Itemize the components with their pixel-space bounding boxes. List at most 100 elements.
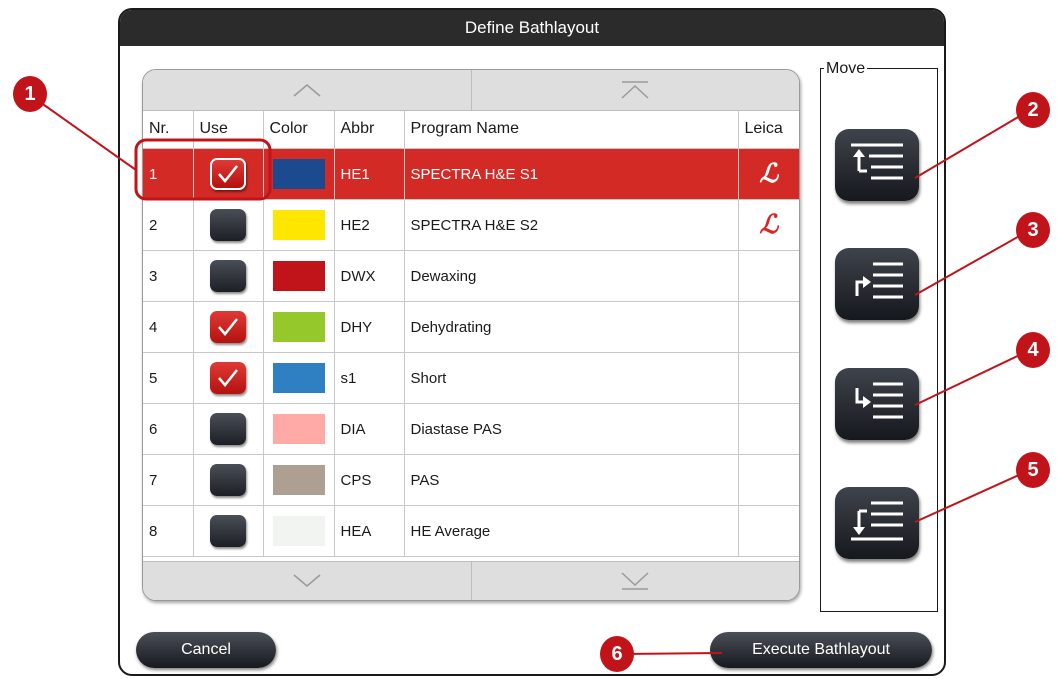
row-nr: 7 xyxy=(143,454,194,506)
use-checkbox[interactable] xyxy=(210,260,246,292)
row-nr: 4 xyxy=(143,301,194,353)
checkmark-icon xyxy=(218,318,238,336)
scroll-to-bottom-icon xyxy=(621,572,649,590)
row-color-cell xyxy=(263,403,335,455)
row-color-cell xyxy=(263,505,335,557)
row-leica-cell xyxy=(738,454,799,506)
row-program-name: HE Average xyxy=(404,505,739,557)
row-abbr: HEA xyxy=(334,505,405,557)
col-header-use: Use xyxy=(193,110,264,149)
execute-bathlayout-button[interactable]: Execute Bathlayout xyxy=(710,632,932,668)
color-swatch xyxy=(272,261,325,291)
col-header-nr: Nr. xyxy=(143,110,194,149)
col-header-abbr: Abbr xyxy=(334,110,405,149)
annotation-marker-4: 4 xyxy=(1016,332,1050,368)
row-use-cell xyxy=(193,148,264,200)
chevron-up-icon xyxy=(293,84,321,97)
scroll-to-top-button[interactable] xyxy=(470,70,800,110)
scroll-to-top-icon xyxy=(621,81,649,99)
scroll-down-button[interactable] xyxy=(143,562,471,600)
row-program-name: Dehydrating xyxy=(404,301,739,353)
checkmark-icon xyxy=(218,369,238,387)
color-swatch xyxy=(272,363,325,393)
use-checkbox[interactable] xyxy=(210,515,246,547)
table-row[interactable]: 4 DHY Dehydrating xyxy=(143,301,799,353)
annotation-marker-1: 1 xyxy=(13,76,47,112)
scroll-up-button[interactable] xyxy=(143,70,471,110)
use-checkbox[interactable] xyxy=(210,413,246,445)
row-nr: 5 xyxy=(143,352,194,404)
color-swatch xyxy=(272,312,325,342)
table-row[interactable]: 2 HE2 SPECTRA H&E S2 ℒ xyxy=(143,199,799,251)
row-nr: 6 xyxy=(143,403,194,455)
row-use-cell xyxy=(193,199,264,251)
scroll-to-bottom-button[interactable] xyxy=(470,562,800,600)
row-nr: 8 xyxy=(143,505,194,557)
annotation-marker-5: 5 xyxy=(1016,452,1050,488)
row-color-cell xyxy=(263,454,335,506)
row-abbr: DIA xyxy=(334,403,405,455)
color-swatch xyxy=(272,414,325,444)
row-abbr: HE1 xyxy=(334,148,405,200)
table-row[interactable]: 8 HEA HE Average xyxy=(143,505,799,557)
table-row[interactable]: 1 HE1 SPECTRA H&E S1 ℒ xyxy=(143,148,799,200)
row-use-cell xyxy=(193,250,264,302)
row-program-name: SPECTRA H&E S1 xyxy=(404,148,739,200)
move-down-icon xyxy=(855,382,903,419)
table-row[interactable]: 3 DWX Dewaxing xyxy=(143,250,799,302)
row-leica-cell xyxy=(738,250,799,302)
move-to-top-icon xyxy=(851,143,903,180)
define-bathlayout-dialog: Define Bathlayout Nr. Use Color Abbr Pro… xyxy=(118,8,946,676)
row-color-cell xyxy=(263,352,335,404)
col-header-color: Color xyxy=(263,110,335,149)
row-nr: 2 xyxy=(143,199,194,251)
row-color-cell xyxy=(263,199,335,251)
leica-logo-icon: ℒ xyxy=(759,210,779,240)
col-header-program-name: Program Name xyxy=(404,110,739,149)
color-swatch xyxy=(272,210,325,240)
use-checkbox[interactable] xyxy=(210,362,246,394)
table-row[interactable]: 5 s1 Short xyxy=(143,352,799,404)
table-row[interactable]: 6 DIA Diastase PAS xyxy=(143,403,799,455)
row-use-cell xyxy=(193,454,264,506)
move-down-button[interactable] xyxy=(835,368,919,440)
chevron-down-icon xyxy=(293,574,321,587)
color-swatch xyxy=(272,159,325,189)
row-use-cell xyxy=(193,403,264,455)
row-color-cell xyxy=(263,148,335,200)
use-checkbox[interactable] xyxy=(210,209,246,241)
col-header-leica: Leica xyxy=(738,110,799,149)
move-up-button[interactable] xyxy=(835,248,919,320)
row-program-name: PAS xyxy=(404,454,739,506)
row-abbr: CPS xyxy=(334,454,405,506)
use-checkbox[interactable] xyxy=(210,158,246,190)
color-swatch xyxy=(272,465,325,495)
row-use-cell xyxy=(193,352,264,404)
annotation-marker-6: 6 xyxy=(600,636,634,672)
move-group-label: Move xyxy=(824,60,868,78)
use-checkbox[interactable] xyxy=(210,464,246,496)
row-leica-cell xyxy=(738,301,799,353)
color-swatch xyxy=(272,516,325,546)
move-to-bottom-icon xyxy=(851,501,903,541)
move-to-top-button[interactable] xyxy=(835,129,919,201)
annotation-marker-2: 2 xyxy=(1016,92,1050,128)
row-program-name: Short xyxy=(404,352,739,404)
table-header-row: Nr. Use Color Abbr Program Name Leica xyxy=(143,110,799,149)
row-abbr: DWX xyxy=(334,250,405,302)
move-up-icon xyxy=(855,262,903,299)
move-to-bottom-button[interactable] xyxy=(835,487,919,559)
row-use-cell xyxy=(193,301,264,353)
row-color-cell xyxy=(263,301,335,353)
row-color-cell xyxy=(263,250,335,302)
table-row[interactable]: 7 CPS PAS xyxy=(143,454,799,506)
cancel-button[interactable]: Cancel xyxy=(136,632,276,668)
program-grid: Nr. Use Color Abbr Program Name Leica 1 H… xyxy=(143,110,799,557)
table-scroll-top-bar xyxy=(143,70,799,111)
row-leica-cell: ℒ xyxy=(738,199,799,251)
row-abbr: s1 xyxy=(334,352,405,404)
use-checkbox[interactable] xyxy=(210,311,246,343)
row-program-name: Dewaxing xyxy=(404,250,739,302)
row-abbr: HE2 xyxy=(334,199,405,251)
row-program-name: Diastase PAS xyxy=(404,403,739,455)
